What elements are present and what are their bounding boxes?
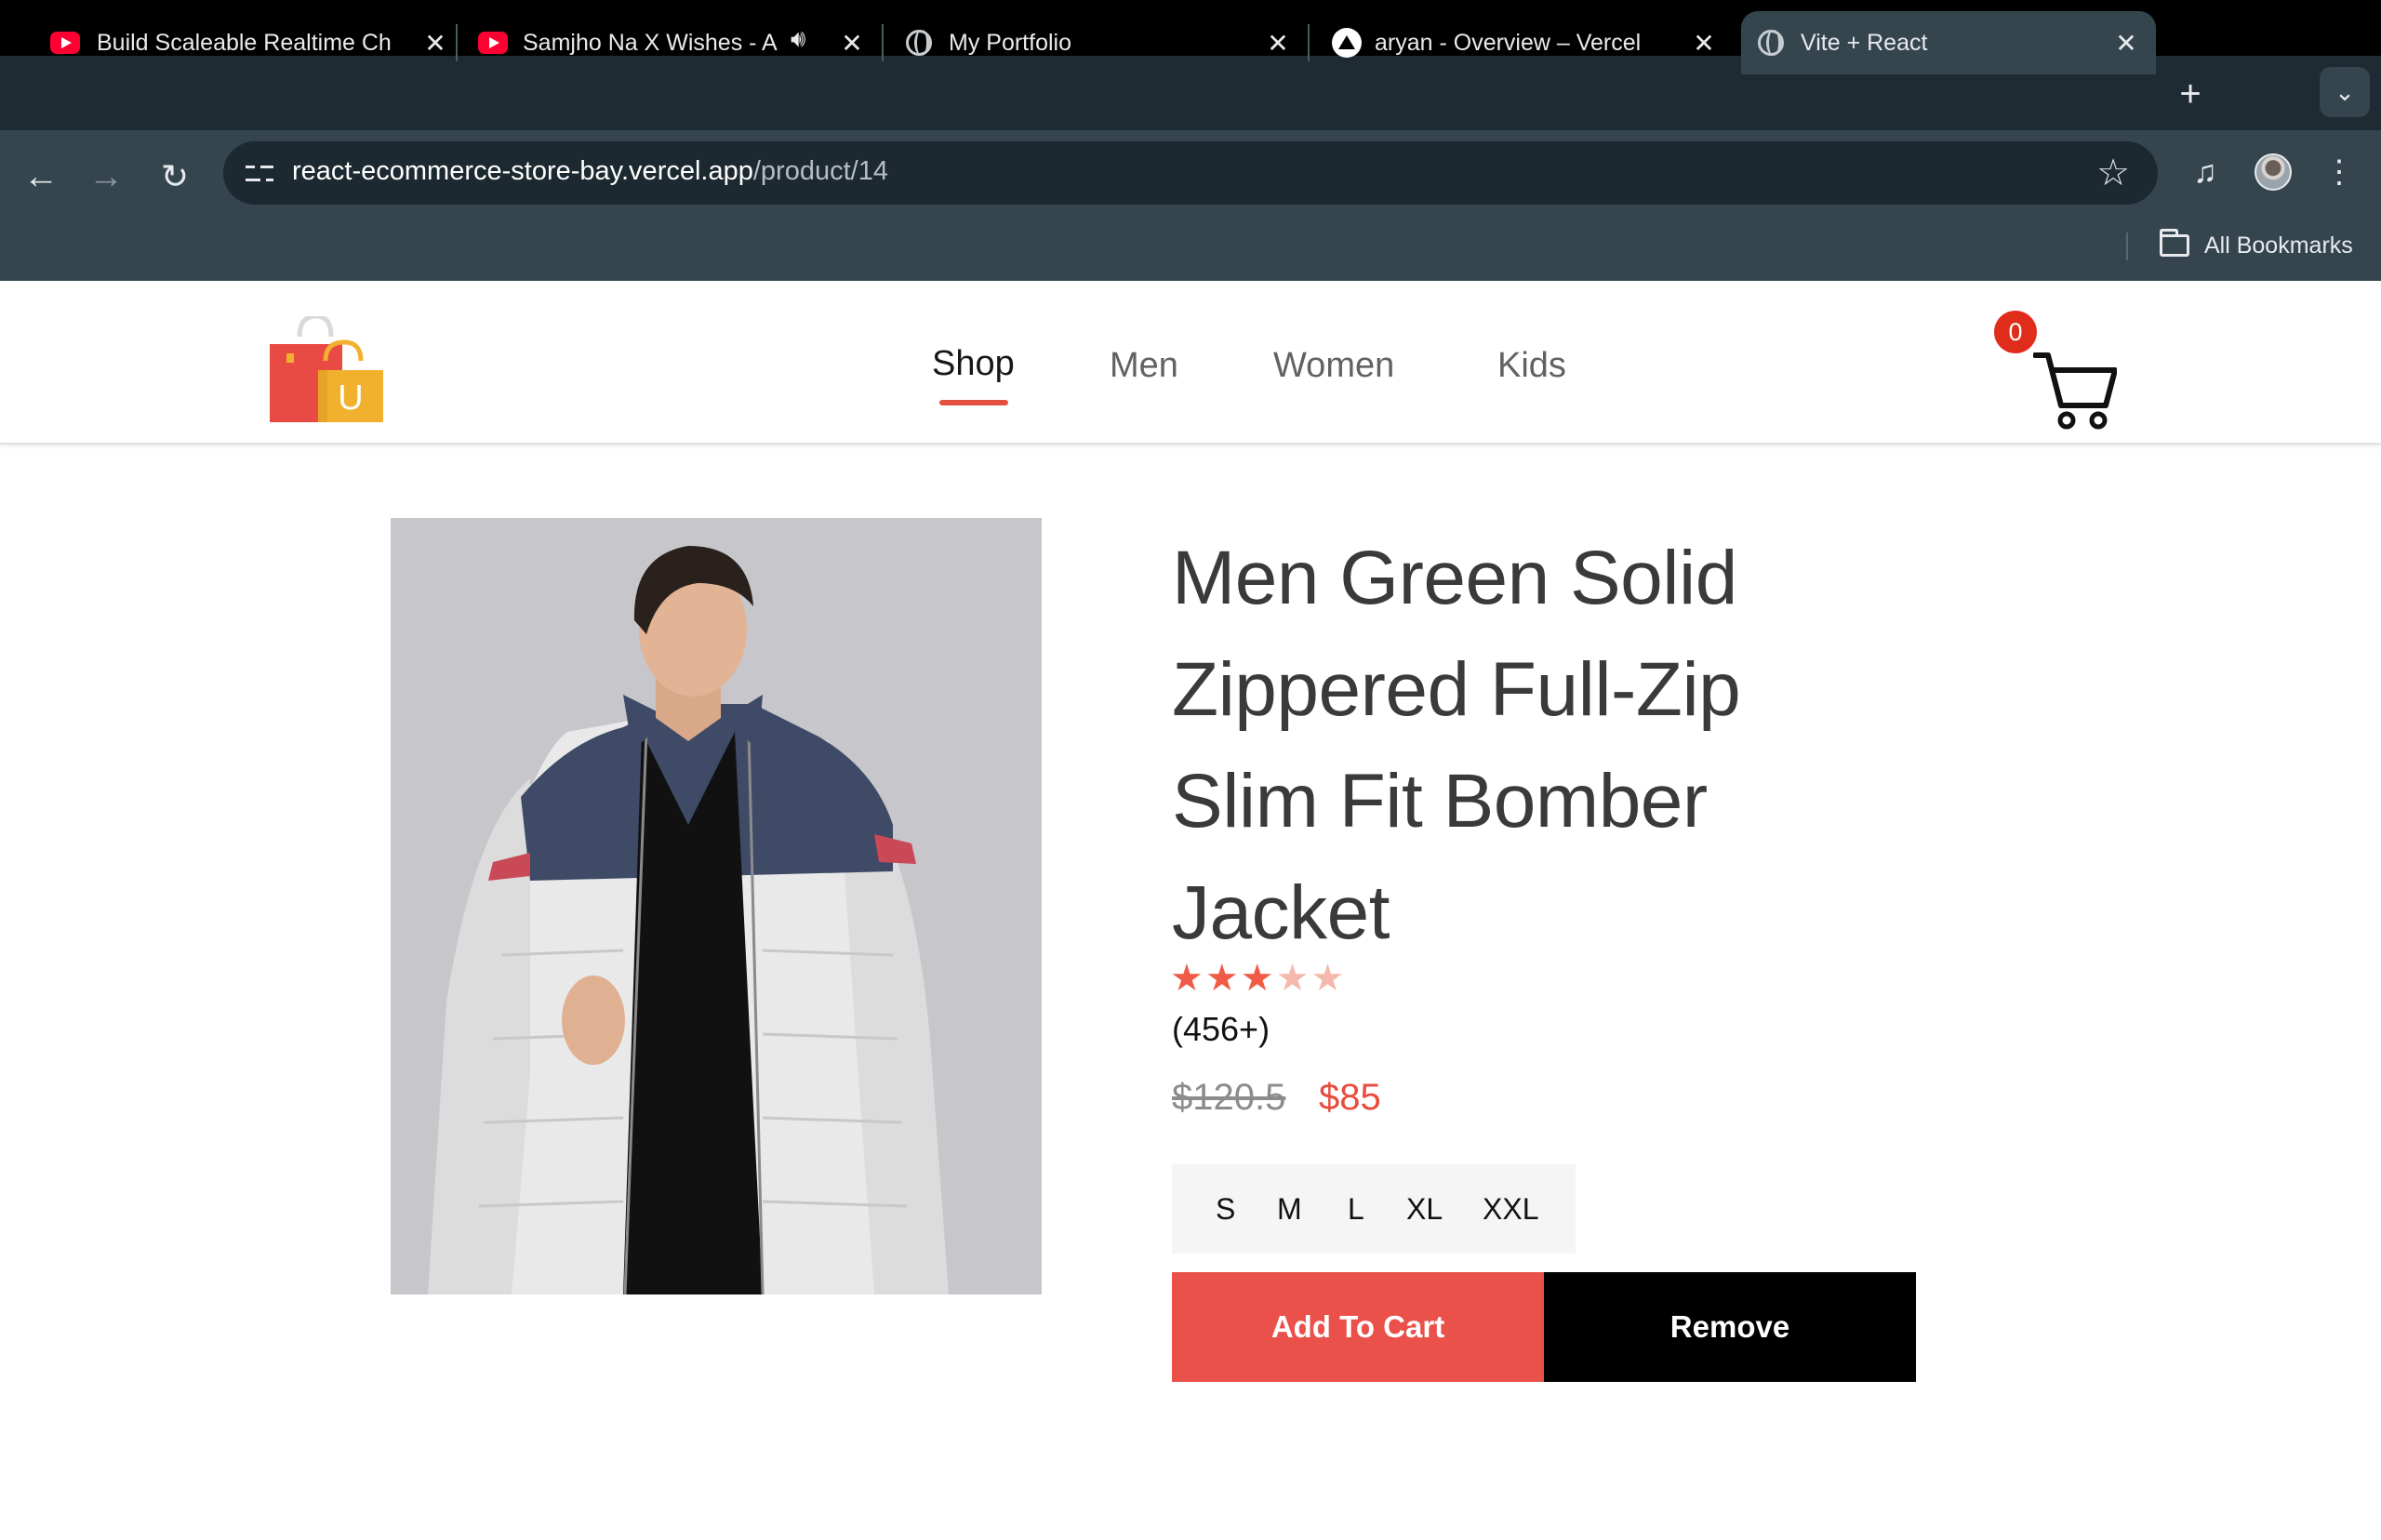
close-tab-icon[interactable]: ✕	[417, 24, 454, 61]
logo-letter: U	[338, 378, 363, 418]
tab-vite-react[interactable]: Vite + React ✕	[1741, 11, 2156, 74]
back-button[interactable]: ←	[13, 149, 69, 205]
product-title-line: Zippered Full-Zip	[1172, 647, 1741, 732]
browser-menu-icon[interactable]: ⋮	[2316, 149, 2362, 195]
size-option-l[interactable]: L	[1348, 1192, 1364, 1227]
star-empty-icon: ★	[1275, 958, 1310, 999]
add-to-cart-button[interactable]: Add To Cart	[1172, 1272, 1544, 1382]
folder-icon	[2160, 229, 2189, 257]
product-title-line: Slim Fit Bomber	[1172, 759, 1708, 843]
product-title-line: Men Green Solid	[1172, 536, 1737, 620]
globe-icon	[906, 30, 932, 56]
remove-button[interactable]: Remove	[1544, 1272, 1916, 1382]
speaker-icon[interactable]: 🔊︎	[791, 24, 805, 54]
media-control-icon[interactable]: ♫	[2182, 149, 2228, 195]
globe-icon	[1758, 30, 1784, 56]
new-tab-button[interactable]: +	[2167, 71, 2214, 117]
new-price: $85	[1319, 1077, 1381, 1118]
tab-vercel-overview[interactable]: aryan - Overview – Vercel ✕	[1306, 11, 1734, 74]
profile-avatar[interactable]	[2255, 153, 2292, 191]
cart-count-badge: 0	[1994, 311, 2037, 353]
size-option-s[interactable]: S	[1216, 1192, 1235, 1227]
bookmarks-divider	[2126, 232, 2128, 260]
forward-button[interactable]: →	[78, 149, 134, 205]
nav-men[interactable]: Men	[1110, 346, 1178, 386]
star-filled-icon: ★	[1170, 958, 1204, 999]
close-tab-icon[interactable]: ✕	[1685, 24, 1723, 61]
vercel-icon	[1332, 28, 1362, 58]
tab-title: Vite + React	[1801, 29, 1928, 56]
bookmark-star-icon[interactable]: ☆	[2093, 153, 2134, 193]
nav-shop[interactable]: Shop	[932, 344, 1015, 384]
star-empty-icon: ★	[1310, 958, 1345, 999]
old-price: $120.5	[1172, 1077, 1286, 1118]
site-settings-icon[interactable]	[242, 156, 275, 190]
youtube-icon	[478, 32, 508, 54]
review-count: (456+)	[1172, 1010, 1270, 1048]
shopping-bag-logo[interactable]: U	[270, 316, 383, 422]
close-tab-icon[interactable]: ✕	[833, 24, 871, 61]
all-bookmarks-button[interactable]: All Bookmarks	[2204, 232, 2353, 259]
size-option-xl[interactable]: XL	[1406, 1192, 1443, 1227]
tab-title: aryan - Overview – Vercel	[1375, 29, 1642, 56]
reload-button[interactable]: ↻	[147, 149, 203, 205]
star-filled-icon: ★	[1204, 958, 1239, 999]
address-url[interactable]: react-ecommerce-store-bay.vercel.app/pro…	[292, 156, 888, 187]
tab-my-portfolio[interactable]: My Portfolio ✕	[880, 11, 1308, 74]
tab-title: Build Scaleable Realtime Ch	[97, 29, 392, 56]
size-option-m[interactable]: M	[1277, 1192, 1302, 1227]
cart-icon[interactable]	[2033, 352, 2117, 430]
nav-women[interactable]: Women	[1273, 346, 1394, 386]
product-image	[391, 518, 1042, 1294]
tab-title: Samjho Na X Wishes - A	[523, 29, 778, 56]
close-tab-icon[interactable]: ✕	[1259, 24, 1297, 61]
tab-title: My Portfolio	[949, 29, 1071, 56]
size-option-xxl[interactable]: XXL	[1483, 1192, 1538, 1227]
rating-stars: ★ ★ ★ ★ ★	[1170, 958, 1344, 999]
product-title: Men Green Solid Zippered Full-Zip Slim F…	[1172, 523, 1879, 969]
nav-active-underline	[939, 400, 1008, 405]
nav-kids[interactable]: Kids	[1497, 346, 1566, 386]
product-title-line: Jacket	[1172, 870, 1390, 955]
star-filled-icon: ★	[1240, 958, 1274, 999]
tab-search-button[interactable]: ⌄	[2320, 67, 2370, 117]
close-tab-icon[interactable]: ✕	[2108, 24, 2145, 61]
tab-realtime-chat[interactable]: Build Scaleable Realtime Ch ✕	[28, 11, 465, 74]
youtube-icon	[50, 32, 80, 54]
tab-samjho-na[interactable]: Samjho Na X Wishes - A 🔊︎ ✕	[454, 11, 882, 74]
